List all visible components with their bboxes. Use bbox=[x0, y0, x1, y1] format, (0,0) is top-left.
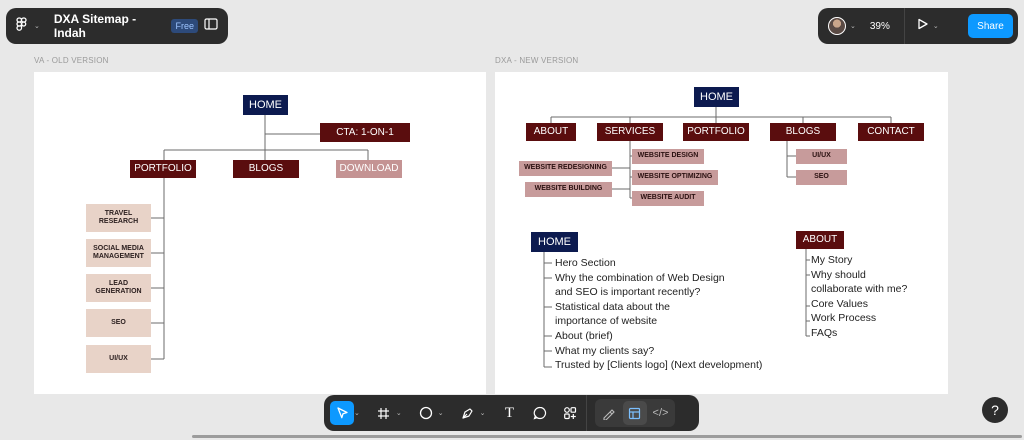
about-detail-title: ABOUT bbox=[796, 231, 844, 249]
design-mode-icon[interactable] bbox=[622, 401, 647, 425]
figma-logo-icon[interactable] bbox=[16, 16, 28, 36]
blog-item: UI/UX bbox=[796, 149, 847, 164]
avatar-chevron-icon[interactable]: ⌄ bbox=[850, 22, 856, 30]
new-home-node: HOME bbox=[694, 87, 739, 107]
toggle-panel-icon[interactable] bbox=[204, 17, 218, 35]
home-detail-title: HOME bbox=[531, 232, 578, 252]
move-tool-chevron-icon[interactable]: ⌄ bbox=[354, 409, 360, 417]
service-item: WEBSITE DESIGN bbox=[632, 149, 704, 164]
text-tool-icon[interactable]: T bbox=[498, 401, 522, 425]
service-item: WEBSITE BUILDING bbox=[525, 182, 612, 197]
shape-tool-chevron-icon[interactable]: ⌄ bbox=[438, 409, 444, 417]
avatar[interactable] bbox=[828, 17, 846, 35]
home-sections-list: Hero Section Why the combination of Web … bbox=[555, 256, 762, 373]
bottom-toolbar: ⌄ ⌄ ⌄ ⌄ T </> bbox=[324, 395, 699, 431]
share-button[interactable]: Share bbox=[968, 14, 1013, 38]
present-play-icon[interactable] bbox=[917, 17, 929, 35]
dev-mode-icon[interactable]: </> bbox=[649, 401, 673, 425]
help-button[interactable]: ? bbox=[982, 397, 1008, 423]
list-item: Why the combination of Web Design bbox=[555, 271, 725, 284]
new-version-frame[interactable]: HOME ABOUT SERVICES PORTFOLIO BLOGS CONT… bbox=[495, 72, 948, 394]
old-download-node: DOWNLOAD bbox=[336, 160, 402, 178]
ellipse-tool-icon[interactable] bbox=[414, 401, 438, 425]
frame-label-old[interactable]: VA - OLD VERSION bbox=[34, 56, 109, 65]
old-portfolio-item: SOCIAL MEDIA MANAGEMENT bbox=[86, 239, 151, 267]
old-home-node: HOME bbox=[243, 95, 288, 115]
pen-tool-chevron-icon[interactable]: ⌄ bbox=[480, 409, 486, 417]
list-item: Trusted by [Clients logo] (Next developm… bbox=[555, 359, 763, 372]
frame-tool-chevron-icon[interactable]: ⌄ bbox=[396, 409, 402, 417]
zoom-level[interactable]: 39% bbox=[870, 21, 890, 32]
pen-tool-icon[interactable] bbox=[456, 401, 480, 425]
horizontal-scrollbar[interactable] bbox=[192, 435, 1022, 438]
frame-label-new[interactable]: DXA - NEW VERSION bbox=[495, 56, 578, 65]
list-item: and SEO is important recently? bbox=[555, 286, 701, 299]
list-item: Work Process bbox=[811, 312, 877, 325]
old-portfolio-item: TRAVEL RESEARCH bbox=[86, 204, 151, 232]
actions-tool-icon[interactable] bbox=[558, 401, 582, 425]
list-item: What my clients say? bbox=[555, 344, 655, 357]
top-right-bar: ⌄ 39% ⌄ Share bbox=[818, 8, 1018, 44]
new-portfolio-node: PORTFOLIO bbox=[683, 123, 749, 141]
main-menu-chevron-icon[interactable]: ⌄ bbox=[34, 22, 40, 30]
plan-badge: Free bbox=[171, 19, 198, 33]
service-item: WEBSITE OPTIMIZING bbox=[632, 170, 718, 185]
new-about-node: ABOUT bbox=[526, 123, 576, 141]
list-item: importance of website bbox=[555, 315, 658, 328]
old-portfolio-item: SEO bbox=[86, 309, 151, 337]
draw-mode-icon[interactable] bbox=[597, 401, 621, 425]
old-portfolio-item: LEAD GENERATION bbox=[86, 274, 151, 302]
toolbar-divider bbox=[585, 395, 587, 431]
service-item: WEBSITE AUDIT bbox=[632, 191, 704, 206]
list-item: Hero Section bbox=[555, 257, 616, 269]
new-blogs-node: BLOGS bbox=[770, 123, 836, 141]
old-portfolio-node: PORTFOLIO bbox=[130, 160, 196, 178]
comment-tool-icon[interactable] bbox=[528, 401, 552, 425]
list-item: FAQs bbox=[811, 326, 838, 339]
new-contact-node: CONTACT bbox=[858, 123, 924, 141]
about-sections-list: My Story Why should collaborate with me?… bbox=[811, 253, 907, 341]
old-portfolio-item: UI/UX bbox=[86, 345, 151, 373]
old-cta-node: CTA: 1-ON-1 bbox=[320, 123, 410, 142]
mode-switcher: </> bbox=[594, 399, 675, 427]
list-item: Statistical data about the bbox=[555, 300, 670, 313]
caret-divider bbox=[903, 8, 905, 44]
frame-tool-icon[interactable] bbox=[372, 401, 396, 425]
file-title[interactable]: DXA Sitemap - Indah bbox=[54, 12, 162, 40]
blog-item: SEO bbox=[796, 170, 847, 185]
list-item: collaborate with me? bbox=[811, 283, 908, 296]
list-item: Why should bbox=[811, 268, 866, 281]
list-item: My Story bbox=[811, 254, 853, 266]
service-item: WEBSITE REDESIGNING bbox=[519, 161, 612, 176]
move-tool-icon[interactable] bbox=[330, 401, 354, 425]
list-item: About (brief) bbox=[555, 329, 613, 342]
list-item: Core Values bbox=[811, 297, 869, 310]
old-blogs-node: BLOGS bbox=[233, 160, 299, 178]
old-version-frame[interactable]: HOME CTA: 1-ON-1 PORTFOLIO BLOGS DOWNLOA… bbox=[34, 72, 486, 394]
present-chevron-icon[interactable]: ⌄ bbox=[933, 22, 939, 30]
file-menu-bar: ⌄ DXA Sitemap - Indah Free bbox=[6, 8, 228, 44]
new-services-node: SERVICES bbox=[597, 123, 663, 141]
